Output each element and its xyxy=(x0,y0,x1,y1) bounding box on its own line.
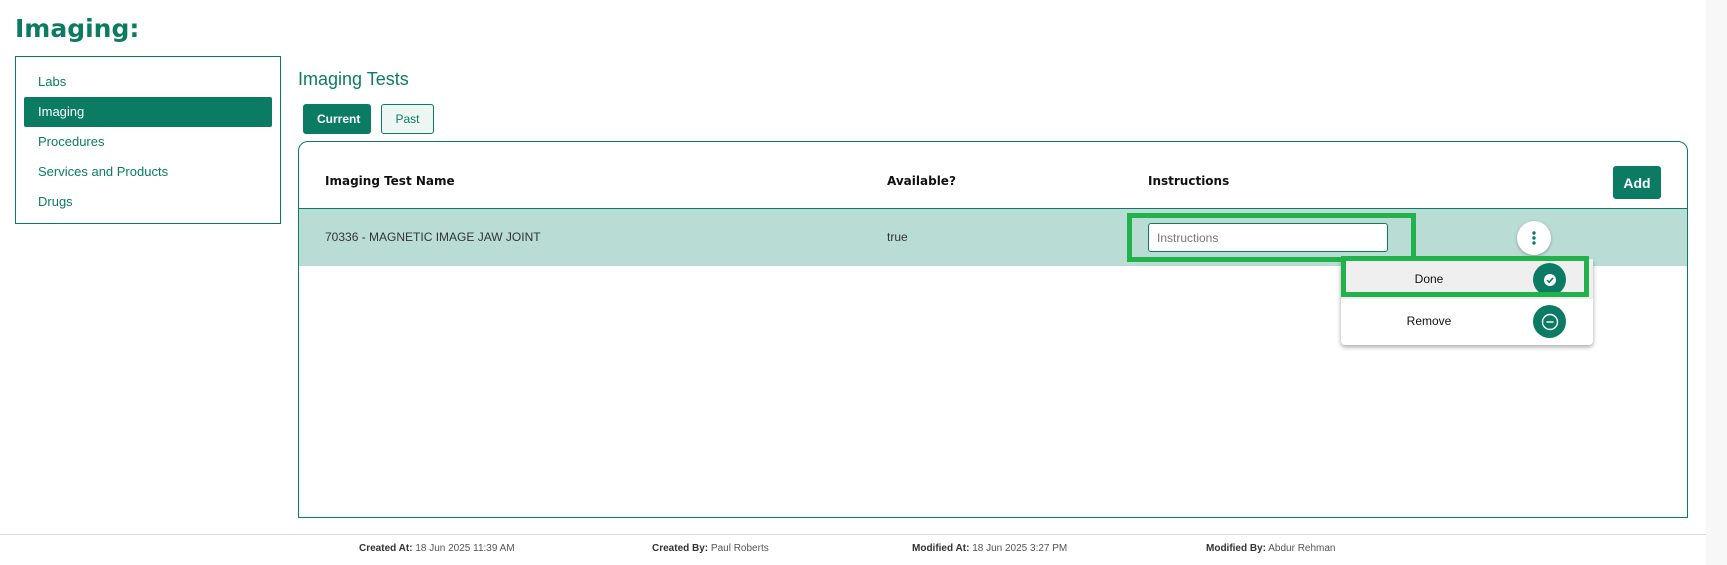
footer-created-by: Created By: Paul Roberts xyxy=(652,543,769,554)
section-title: Imaging Tests xyxy=(298,69,409,89)
cell-available: true xyxy=(887,230,908,244)
footer-created-at: Created At: 18 Jun 2025 11:39 AM xyxy=(359,543,515,554)
cell-test-name: 70336 - MAGNETIC IMAGE JAW JOINT xyxy=(325,230,541,244)
footer-modified-by: Modified By: Abdur Rehman xyxy=(1206,543,1336,554)
sidebar: Labs Imaging Procedures Services and Pro… xyxy=(15,56,281,224)
kebab-menu-icon xyxy=(1532,231,1536,245)
minus-circle-icon xyxy=(1533,305,1566,338)
column-header-name: Imaging Test Name xyxy=(325,174,455,188)
footer-divider xyxy=(0,534,1706,535)
tab-current[interactable]: Current xyxy=(303,104,371,134)
menu-item-remove[interactable]: Remove xyxy=(1341,301,1593,341)
menu-item-remove-label: Remove xyxy=(1406,314,1452,328)
column-header-available: Available? xyxy=(887,174,956,188)
menu-item-done-label: Done xyxy=(1414,272,1444,286)
sidebar-item-labs[interactable]: Labs xyxy=(24,67,272,97)
table-row[interactable]: 70336 - MAGNETIC IMAGE JAW JOINT true xyxy=(299,209,1687,266)
page-title: Imaging: xyxy=(15,14,140,43)
sidebar-item-imaging[interactable]: Imaging xyxy=(24,97,272,127)
sidebar-item-drugs[interactable]: Drugs xyxy=(24,187,272,217)
scrollbar[interactable] xyxy=(1706,0,1727,565)
row-actions-menu: Done Remove xyxy=(1341,259,1593,345)
instructions-input[interactable] xyxy=(1148,223,1388,252)
add-button[interactable]: Add xyxy=(1613,166,1661,199)
row-actions-button[interactable] xyxy=(1517,221,1551,255)
column-header-instructions: Instructions xyxy=(1148,174,1230,188)
sidebar-item-procedures[interactable]: Procedures xyxy=(24,127,272,157)
menu-item-done[interactable]: Done xyxy=(1341,259,1593,299)
check-circle-icon xyxy=(1533,263,1566,296)
tab-past[interactable]: Past xyxy=(381,104,434,134)
footer-modified-at: Modified At: 18 Jun 2025 3:27 PM xyxy=(912,543,1068,554)
sidebar-item-services-and-products[interactable]: Services and Products xyxy=(24,157,272,187)
